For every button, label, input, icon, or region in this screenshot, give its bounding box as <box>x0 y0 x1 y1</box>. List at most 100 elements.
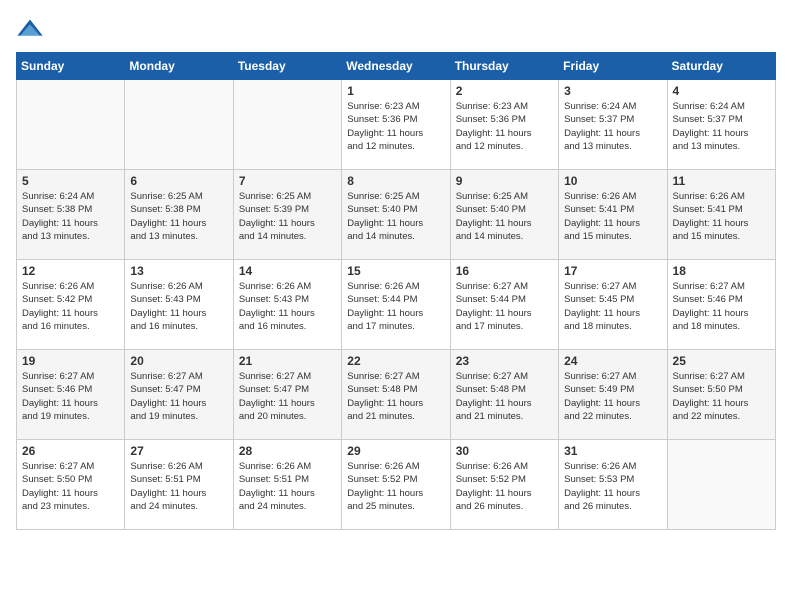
logo <box>16 16 48 44</box>
day-number: 3 <box>564 84 661 98</box>
calendar-cell: 31 Sunrise: 6:26 AM Sunset: 5:53 PM Dayli… <box>559 440 667 530</box>
day-info: Sunrise: 6:25 AM Sunset: 5:39 PM Dayligh… <box>239 190 336 243</box>
day-info: Sunrise: 6:26 AM Sunset: 5:42 PM Dayligh… <box>22 280 119 333</box>
calendar-cell: 1 Sunrise: 6:23 AM Sunset: 5:36 PM Daylig… <box>342 80 450 170</box>
calendar-cell: 18 Sunrise: 6:27 AM Sunset: 5:46 PM Dayli… <box>667 260 775 350</box>
weekday-header: Monday <box>125 53 233 80</box>
calendar-cell: 29Sunrise: 6:26 AM Sunset: 5:52 PM Dayli… <box>342 440 450 530</box>
day-number: 8 <box>347 174 444 188</box>
calendar-cell: 4 Sunrise: 6:24 AM Sunset: 5:37 PM Daylig… <box>667 80 775 170</box>
day-number: 4 <box>673 84 770 98</box>
day-info: Sunrise: 6:27 AM Sunset: 5:46 PM Dayligh… <box>673 280 770 333</box>
calendar-cell: 11 Sunrise: 6:26 AM Sunset: 5:41 PM Dayli… <box>667 170 775 260</box>
calendar-cell: 24 Sunrise: 6:27 AM Sunset: 5:49 PM Dayli… <box>559 350 667 440</box>
calendar-cell: 27 Sunrise: 6:26 AM Sunset: 5:51 PM Dayli… <box>125 440 233 530</box>
day-number: 15 <box>347 264 444 278</box>
day-number: 20 <box>130 354 227 368</box>
calendar-cell: 10Sunrise: 6:26 AM Sunset: 5:41 PM Dayli… <box>559 170 667 260</box>
day-info: Sunrise: 6:24 AM Sunset: 5:37 PM Dayligh… <box>564 100 661 153</box>
day-info: Sunrise: 6:26 AM Sunset: 5:43 PM Dayligh… <box>239 280 336 333</box>
day-number: 27 <box>130 444 227 458</box>
calendar-cell: 12 Sunrise: 6:26 AM Sunset: 5:42 PM Dayli… <box>17 260 125 350</box>
calendar-cell <box>17 80 125 170</box>
weekday-header: Wednesday <box>342 53 450 80</box>
weekday-header: Thursday <box>450 53 558 80</box>
day-info: Sunrise: 6:23 AM Sunset: 5:36 PM Dayligh… <box>456 100 553 153</box>
calendar-table: SundayMondayTuesdayWednesdayThursdayFrid… <box>16 52 776 530</box>
day-info: Sunrise: 6:26 AM Sunset: 5:53 PM Dayligh… <box>564 460 661 513</box>
day-info: Sunrise: 6:25 AM Sunset: 5:40 PM Dayligh… <box>347 190 444 243</box>
calendar-cell: 22Sunrise: 6:27 AM Sunset: 5:48 PM Dayli… <box>342 350 450 440</box>
day-info: Sunrise: 6:24 AM Sunset: 5:38 PM Dayligh… <box>22 190 119 243</box>
calendar-cell: 25 Sunrise: 6:27 AM Sunset: 5:50 PM Dayli… <box>667 350 775 440</box>
day-info: Sunrise: 6:27 AM Sunset: 5:45 PM Dayligh… <box>564 280 661 333</box>
calendar-cell: 7 Sunrise: 6:25 AM Sunset: 5:39 PM Daylig… <box>233 170 341 260</box>
day-number: 28 <box>239 444 336 458</box>
calendar-cell: 16 Sunrise: 6:27 AM Sunset: 5:44 PM Dayli… <box>450 260 558 350</box>
calendar-week-row: 12 Sunrise: 6:26 AM Sunset: 5:42 PM Dayli… <box>17 260 776 350</box>
day-info: Sunrise: 6:27 AM Sunset: 5:47 PM Dayligh… <box>130 370 227 423</box>
day-number: 14 <box>239 264 336 278</box>
day-number: 17 <box>564 264 661 278</box>
day-info: Sunrise: 6:26 AM Sunset: 5:41 PM Dayligh… <box>673 190 770 243</box>
calendar-cell <box>667 440 775 530</box>
day-number: 29 <box>347 444 444 458</box>
weekday-header: Saturday <box>667 53 775 80</box>
day-number: 5 <box>22 174 119 188</box>
day-info: Sunrise: 6:26 AM Sunset: 5:51 PM Dayligh… <box>239 460 336 513</box>
weekday-header: Sunday <box>17 53 125 80</box>
day-info: Sunrise: 6:26 AM Sunset: 5:44 PM Dayligh… <box>347 280 444 333</box>
day-info: Sunrise: 6:26 AM Sunset: 5:43 PM Dayligh… <box>130 280 227 333</box>
page-header <box>16 16 776 44</box>
day-number: 13 <box>130 264 227 278</box>
day-info: Sunrise: 6:27 AM Sunset: 5:44 PM Dayligh… <box>456 280 553 333</box>
calendar-cell: 20 Sunrise: 6:27 AM Sunset: 5:47 PM Dayli… <box>125 350 233 440</box>
day-number: 1 <box>347 84 444 98</box>
calendar-cell: 13 Sunrise: 6:26 AM Sunset: 5:43 PM Dayli… <box>125 260 233 350</box>
calendar-cell: 3 Sunrise: 6:24 AM Sunset: 5:37 PM Daylig… <box>559 80 667 170</box>
day-info: Sunrise: 6:25 AM Sunset: 5:38 PM Dayligh… <box>130 190 227 243</box>
calendar-cell: 8 Sunrise: 6:25 AM Sunset: 5:40 PM Daylig… <box>342 170 450 260</box>
calendar-week-row: 19Sunrise: 6:27 AM Sunset: 5:46 PM Dayli… <box>17 350 776 440</box>
day-number: 9 <box>456 174 553 188</box>
weekday-header: Friday <box>559 53 667 80</box>
day-info: Sunrise: 6:27 AM Sunset: 5:49 PM Dayligh… <box>564 370 661 423</box>
calendar-cell: 19Sunrise: 6:27 AM Sunset: 5:46 PM Dayli… <box>17 350 125 440</box>
day-info: Sunrise: 6:26 AM Sunset: 5:52 PM Dayligh… <box>456 460 553 513</box>
day-number: 2 <box>456 84 553 98</box>
day-number: 25 <box>673 354 770 368</box>
day-number: 12 <box>22 264 119 278</box>
day-number: 24 <box>564 354 661 368</box>
day-number: 11 <box>673 174 770 188</box>
day-number: 31 <box>564 444 661 458</box>
calendar-cell: 2 Sunrise: 6:23 AM Sunset: 5:36 PM Daylig… <box>450 80 558 170</box>
day-number: 10 <box>564 174 661 188</box>
day-info: Sunrise: 6:27 AM Sunset: 5:50 PM Dayligh… <box>22 460 119 513</box>
logo-icon <box>16 16 44 44</box>
calendar-week-row: 5 Sunrise: 6:24 AM Sunset: 5:38 PM Daylig… <box>17 170 776 260</box>
day-info: Sunrise: 6:24 AM Sunset: 5:37 PM Dayligh… <box>673 100 770 153</box>
calendar-cell: 17 Sunrise: 6:27 AM Sunset: 5:45 PM Dayli… <box>559 260 667 350</box>
calendar-week-row: 26 Sunrise: 6:27 AM Sunset: 5:50 PM Dayli… <box>17 440 776 530</box>
day-info: Sunrise: 6:23 AM Sunset: 5:36 PM Dayligh… <box>347 100 444 153</box>
day-info: Sunrise: 6:26 AM Sunset: 5:51 PM Dayligh… <box>130 460 227 513</box>
day-number: 18 <box>673 264 770 278</box>
calendar-cell: 30 Sunrise: 6:26 AM Sunset: 5:52 PM Dayli… <box>450 440 558 530</box>
day-number: 26 <box>22 444 119 458</box>
weekday-header-row: SundayMondayTuesdayWednesdayThursdayFrid… <box>17 53 776 80</box>
day-info: Sunrise: 6:27 AM Sunset: 5:50 PM Dayligh… <box>673 370 770 423</box>
day-number: 7 <box>239 174 336 188</box>
calendar-cell: 26 Sunrise: 6:27 AM Sunset: 5:50 PM Dayli… <box>17 440 125 530</box>
day-info: Sunrise: 6:27 AM Sunset: 5:47 PM Dayligh… <box>239 370 336 423</box>
calendar-cell <box>125 80 233 170</box>
calendar-week-row: 1 Sunrise: 6:23 AM Sunset: 5:36 PM Daylig… <box>17 80 776 170</box>
calendar-cell: 9Sunrise: 6:25 AM Sunset: 5:40 PM Daylig… <box>450 170 558 260</box>
day-info: Sunrise: 6:27 AM Sunset: 5:48 PM Dayligh… <box>456 370 553 423</box>
day-number: 6 <box>130 174 227 188</box>
calendar-cell: 5 Sunrise: 6:24 AM Sunset: 5:38 PM Daylig… <box>17 170 125 260</box>
day-info: Sunrise: 6:27 AM Sunset: 5:46 PM Dayligh… <box>22 370 119 423</box>
day-number: 21 <box>239 354 336 368</box>
day-number: 16 <box>456 264 553 278</box>
day-number: 23 <box>456 354 553 368</box>
day-number: 30 <box>456 444 553 458</box>
